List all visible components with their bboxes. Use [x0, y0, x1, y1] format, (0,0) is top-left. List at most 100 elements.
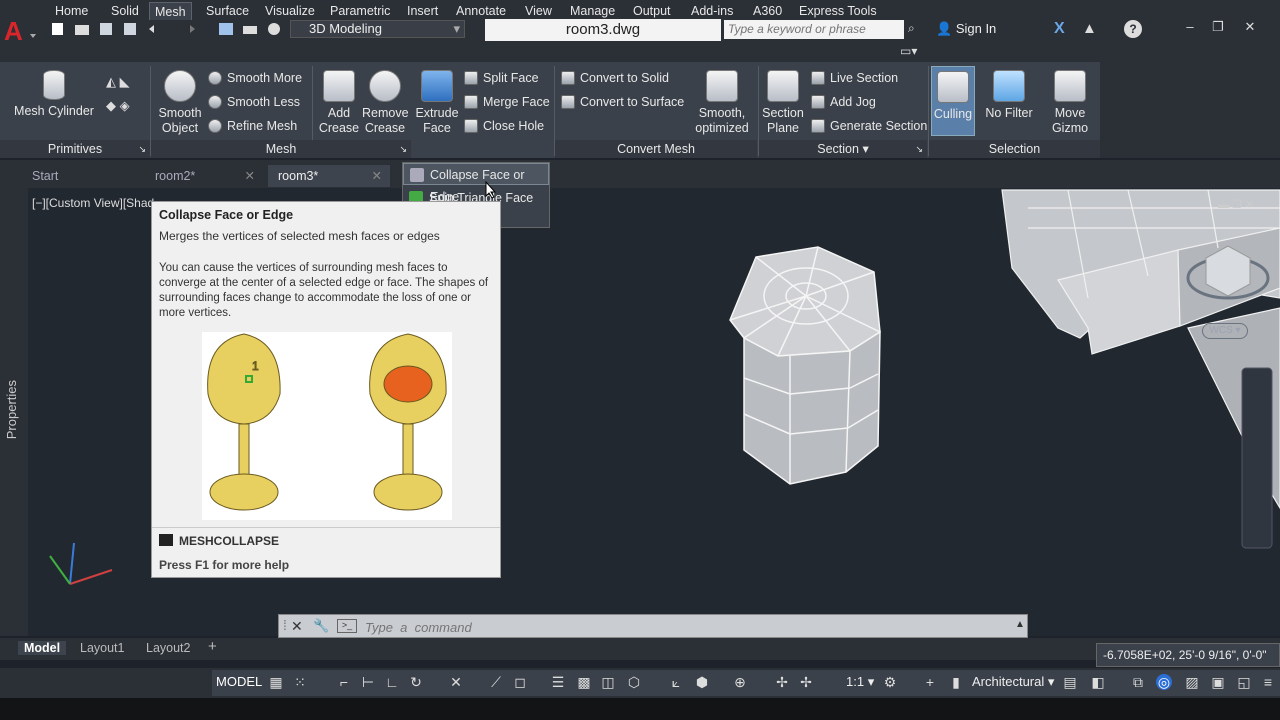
grid-icon[interactable]: ▦	[268, 674, 284, 690]
workspace-switching-gear-icon[interactable]: ⚙	[882, 674, 898, 690]
model-space-button[interactable]: MODEL	[216, 674, 262, 689]
exchange-icon[interactable]: X	[1054, 20, 1065, 38]
workspace-switch-icon[interactable]	[218, 22, 234, 36]
merge-face-button[interactable]: Merge Face	[464, 94, 550, 110]
split-face-button[interactable]: Split Face	[464, 70, 539, 86]
tab-visualize[interactable]: Visualize	[265, 2, 315, 20]
close-button[interactable]: ✕	[1238, 18, 1262, 36]
doc-tab-start[interactable]: Start	[22, 165, 137, 187]
annotation-scale-dropdown[interactable]: 1:1 ▾	[846, 674, 874, 690]
layout-tab-layout2[interactable]: Layout2	[146, 641, 190, 655]
plot-icon[interactable]	[242, 22, 258, 36]
tab-mesh[interactable]: Mesh	[149, 2, 192, 20]
redo-icon[interactable]	[182, 22, 198, 36]
smooth-less-button[interactable]: Smooth Less	[208, 94, 300, 110]
command-input[interactable]	[365, 618, 985, 636]
chevron-up-icon[interactable]: ▲	[1015, 619, 1025, 630]
tab-manage[interactable]: Manage	[570, 2, 615, 20]
close-icon[interactable]: ✕	[372, 165, 382, 187]
customization-menu-icon[interactable]: ≡	[1260, 674, 1276, 690]
auto-scale-icon[interactable]: ✢	[798, 674, 814, 690]
transparency-icon[interactable]: ▩	[576, 674, 592, 690]
add-crease-button[interactable]: Add Crease	[316, 70, 362, 136]
quick-properties-icon[interactable]: ▤	[1062, 674, 1078, 690]
selection-filter-icon[interactable]: ⬢	[694, 674, 710, 690]
workspace-dropdown[interactable]: 3D Modeling ▾	[290, 20, 465, 38]
open-icon[interactable]	[74, 22, 90, 36]
graphics-performance-icon[interactable]: ▨	[1184, 674, 1200, 690]
convert-to-surface-button[interactable]: Convert to Surface	[561, 94, 684, 110]
tab-solid[interactable]: Solid	[111, 2, 139, 20]
coordinates-display[interactable]: -6.7058E+02, 25'-0 9/16", 0'-0"	[1096, 643, 1280, 667]
annotation-visibility-icon[interactable]: ✢	[774, 674, 790, 690]
isodraft-icon[interactable]: ✕	[448, 674, 464, 690]
hardware-acceleration-icon[interactable]: ◎	[1156, 674, 1172, 690]
tab-add-ins[interactable]: Add-ins	[691, 2, 733, 20]
move-gizmo-button[interactable]: Move Gizmo	[1046, 70, 1094, 136]
primitive-shapes-icons[interactable]: ◭ ◣ ◆ ◈	[106, 70, 130, 118]
clean-screen-toggle-icon[interactable]: ◱	[1236, 674, 1252, 690]
panel-title-selection[interactable]: Selection	[929, 140, 1100, 158]
panel-title-mesh[interactable]: Mesh ↘	[151, 140, 411, 158]
add-jog-button[interactable]: Add Jog	[811, 94, 876, 110]
search-input[interactable]	[724, 20, 904, 39]
viewport-controls-label[interactable]: [−][Custom View][Shad	[32, 196, 154, 210]
close-icon[interactable]: ✕	[291, 618, 303, 635]
remove-crease-button[interactable]: Remove Crease	[362, 70, 409, 136]
help-icon[interactable]: ?	[1124, 20, 1142, 38]
sign-in-button[interactable]: 👤 Sign In	[936, 21, 996, 37]
tab-surface[interactable]: Surface	[206, 2, 249, 20]
new-icon[interactable]	[50, 22, 66, 36]
smooth-object-button[interactable]: Smooth Object	[154, 70, 206, 136]
section-plane-button[interactable]: Section Plane	[760, 70, 806, 136]
lineweight-icon[interactable]: ☰	[550, 674, 566, 690]
minimize-button[interactable]: –	[1178, 18, 1202, 36]
panel-title-primitives[interactable]: Primitives ↘	[0, 140, 150, 158]
tab-annotate[interactable]: Annotate	[456, 2, 506, 20]
tab-output[interactable]: Output	[633, 2, 671, 20]
layout-tab-layout1[interactable]: Layout1	[80, 641, 124, 655]
refine-mesh-button[interactable]: Refine Mesh	[208, 118, 297, 134]
doc-tab-room2[interactable]: room2* ✕	[145, 165, 263, 187]
infer-constraints-icon[interactable]: ⌐	[336, 674, 352, 690]
tab-home[interactable]: Home	[55, 2, 88, 20]
snap-icon[interactable]: ⁙	[292, 674, 308, 690]
command-history-icon[interactable]: >_	[337, 619, 357, 633]
no-filter-button[interactable]: No Filter	[980, 70, 1038, 121]
gizmo-toggle-icon[interactable]: ⊕	[732, 674, 748, 690]
layout-tab-model[interactable]: Model	[18, 641, 67, 655]
3d-object-snap-icon[interactable]: ⬡	[626, 674, 642, 690]
save-icon[interactable]	[98, 22, 114, 36]
smooth-more-button[interactable]: Smooth More	[208, 70, 302, 86]
clean-screen-icon[interactable]: ▣	[1210, 674, 1226, 690]
selection-cycling-icon[interactable]: ◫	[600, 674, 616, 690]
convert-to-solid-button[interactable]: Convert to Solid	[561, 70, 669, 86]
object-snap-tracking-icon[interactable]: ⟋	[488, 674, 504, 690]
add-layout-icon[interactable]: +	[208, 638, 217, 655]
collapse-face-or-edge-item[interactable]: Collapse Face or Edge	[403, 163, 549, 204]
viewport-window-controls[interactable]: ▬ ❐ ✕	[1218, 198, 1254, 211]
doc-tab-room3[interactable]: room3* ✕	[268, 165, 390, 187]
close-hole-button[interactable]: Close Hole	[464, 118, 544, 134]
tab-insert[interactable]: Insert	[407, 2, 438, 20]
live-section-button[interactable]: Live Section	[811, 70, 898, 86]
polar-tracking-icon[interactable]: ↻	[408, 674, 424, 690]
share-icon[interactable]	[266, 22, 282, 36]
save-as-icon[interactable]	[122, 22, 138, 36]
ortho-icon[interactable]: ∟	[384, 674, 400, 690]
dynamic-input-icon[interactable]: ⊢	[360, 674, 376, 690]
grip-icon[interactable]: ⁞	[283, 617, 287, 633]
tab-express-tools[interactable]: Express Tools	[799, 2, 877, 20]
smooth-optimized-button[interactable]: Smooth, optimized	[690, 70, 754, 136]
binoculars-icon[interactable]: ⌕	[908, 21, 930, 37]
object-snap-icon[interactable]: ◻	[512, 674, 528, 690]
a360-icon[interactable]: ▲	[1082, 20, 1097, 37]
culling-button[interactable]: Culling	[931, 66, 975, 136]
lock-ui-icon[interactable]: ◧	[1090, 674, 1106, 690]
isolate-objects-icon[interactable]: ⧉	[1130, 674, 1146, 690]
extrude-face-button[interactable]: Extrude Face	[414, 70, 460, 136]
mesh-cylinder-button[interactable]: Mesh Cylinder	[12, 70, 96, 119]
properties-label[interactable]: Properties	[4, 380, 19, 439]
undo-icon[interactable]	[146, 22, 162, 36]
application-menu-button[interactable]: A	[0, 16, 40, 46]
